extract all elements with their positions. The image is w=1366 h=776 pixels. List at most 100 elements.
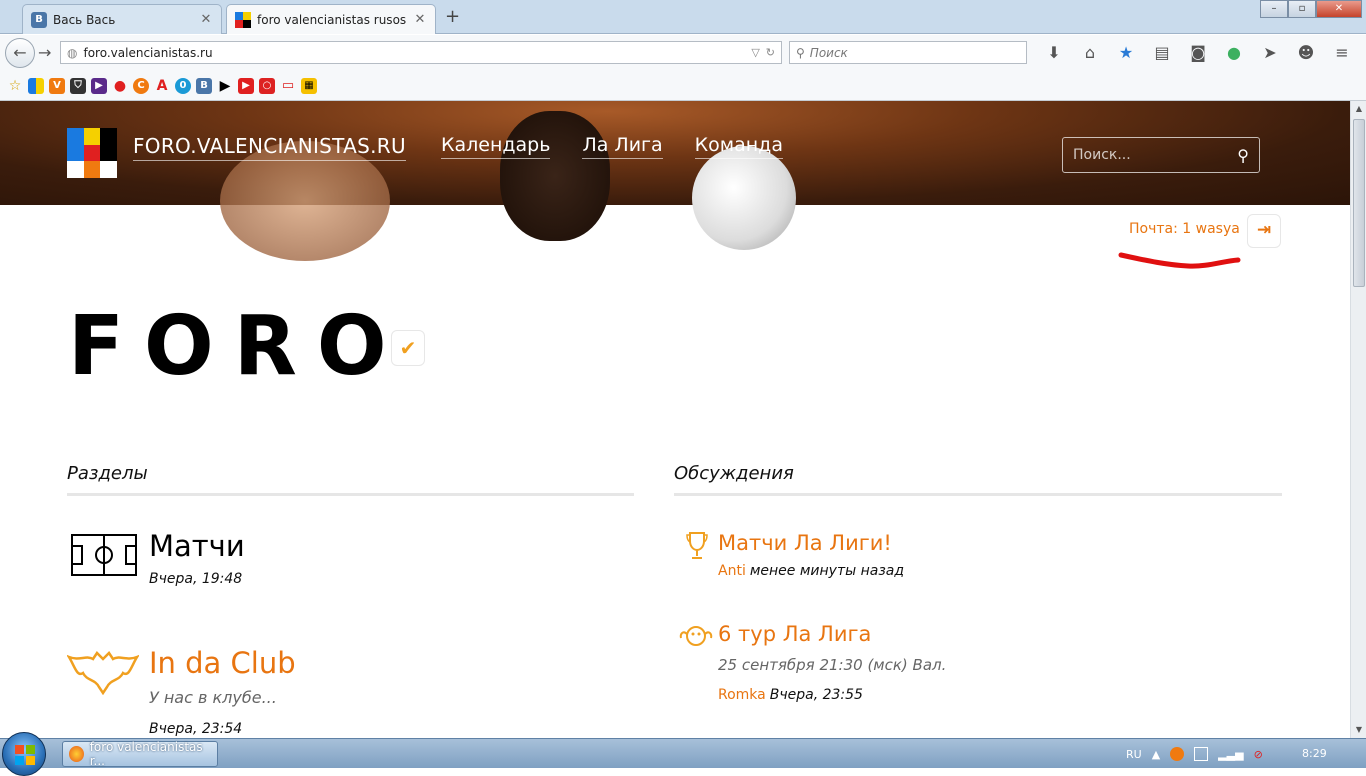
dropdown-arrow-icon[interactable]: ▽	[751, 46, 759, 59]
mascot-icon	[679, 626, 713, 646]
navigation-toolbar: ← → ◍ foro.valencianistas.ru ▽ ↻ ⚲ Поиск…	[0, 35, 1366, 71]
bookmark-media-icon[interactable]: ▶	[91, 77, 107, 94]
toolbar-icons: ⬇ ⌂ ★ ▤ ◙ ● ➤ ☻ ≡	[1036, 41, 1360, 65]
section-title[interactable]: In da Club	[149, 646, 296, 680]
main-nav: Календарь Ла Лига Команда	[441, 134, 783, 159]
header-photo-player-hair	[500, 111, 610, 241]
nav-la-liga[interactable]: Ла Лига	[582, 134, 663, 159]
bookmark-star-icon[interactable]: ☆	[7, 78, 23, 94]
discussion-time: Вчера, 23:55	[769, 687, 863, 703]
discussion-title[interactable]: 6 тур Ла Лига	[718, 622, 871, 646]
bookmark-maps-icon[interactable]: ●	[112, 78, 128, 94]
bookmark-vk-icon[interactable]: В	[196, 77, 212, 94]
section-time: Вчера, 19:48	[149, 571, 243, 587]
trophy-icon	[686, 532, 708, 559]
bookmark-tv-icon[interactable]: ▭	[280, 78, 296, 94]
close-window-button[interactable]: ✕	[1316, 0, 1362, 18]
pocket-icon[interactable]: ◙	[1180, 41, 1216, 65]
bookmark-valencia-icon[interactable]: V	[49, 77, 65, 94]
tab-label: Вась Вась	[53, 12, 116, 27]
site-logo[interactable]	[67, 128, 117, 178]
menu-icon[interactable]: ≡	[1324, 41, 1360, 65]
nav-team[interactable]: Команда	[694, 134, 783, 159]
discussion-author[interactable]: Anti	[718, 563, 746, 579]
download-icon[interactable]: ⬇	[1036, 41, 1072, 65]
discussion-time: менее минуты назад	[749, 563, 905, 579]
close-tab-icon[interactable]: ✕	[199, 12, 213, 27]
tray-expand-icon[interactable]: ▲	[1152, 748, 1160, 761]
scrollbar-thumb[interactable]	[1353, 119, 1365, 287]
discussion-title[interactable]: Матчи Ла Лиги!	[718, 531, 892, 555]
tab-label: foro valencianistas rusos	[257, 12, 407, 27]
page-scrollbar[interactable]: ▲ ▼	[1350, 101, 1366, 738]
logout-icon[interactable]: ⇥	[1247, 214, 1281, 248]
bookmark-star-icon[interactable]: ★	[1108, 41, 1144, 65]
page-viewport: FORO.VALENCIANISTAS.RU Календарь Ла Лига…	[0, 101, 1350, 738]
bookmark-circle-icon[interactable]: 0	[175, 77, 191, 94]
bookmark-a-icon[interactable]: A	[154, 78, 170, 94]
search-icon[interactable]: ⚲	[1237, 146, 1249, 165]
scroll-up-icon[interactable]: ▲	[1351, 101, 1366, 117]
sections-heading: Разделы	[67, 463, 148, 484]
url-text: foro.valencianistas.ru	[83, 45, 213, 60]
discussion-author[interactable]: Romka	[718, 687, 766, 703]
section-title[interactable]: Матчи	[149, 529, 245, 563]
site-header: FORO.VALENCIANISTAS.RU Календарь Ла Лига…	[0, 101, 1350, 261]
discussion-meta: Romka Вчера, 23:55	[718, 687, 863, 703]
bookmark-yellow-icon[interactable]: ▦	[301, 77, 317, 94]
send-icon[interactable]: ➤	[1252, 41, 1288, 65]
discussions-divider	[674, 493, 1282, 496]
nav-calendar[interactable]: Календарь	[441, 134, 551, 159]
sections-divider	[67, 493, 634, 496]
maximize-button[interactable]: ▫	[1288, 0, 1316, 18]
field-icon	[71, 534, 137, 576]
tray-app-icon[interactable]	[1170, 747, 1185, 761]
site-name-link[interactable]: FORO.VALENCIANISTAS.RU	[133, 134, 406, 161]
red-annotation-stroke	[1118, 252, 1241, 269]
firefox-icon	[69, 746, 84, 762]
taskbar-firefox-item[interactable]: foro valencianistas r...	[62, 740, 218, 768]
tab-vk[interactable]: В Вась Вась ✕	[22, 4, 222, 34]
address-bar[interactable]: ◍ foro.valencianistas.ru ▽ ↻	[60, 41, 782, 64]
windows-logo-icon	[15, 745, 35, 765]
bookmark-orange-icon[interactable]: C	[133, 77, 149, 94]
browser-search-input[interactable]: ⚲ Поиск	[789, 41, 1027, 64]
close-tab-icon[interactable]: ✕	[413, 12, 427, 27]
start-button[interactable]	[2, 732, 46, 776]
system-tray: RU ▲ ▂▃▅ ⊘	[1126, 739, 1263, 769]
bookmark-shield-icon[interactable]: ⛉	[70, 77, 86, 94]
globe-icon: ◍	[67, 45, 78, 60]
system-clock[interactable]: 8:29	[1302, 747, 1327, 760]
bookmark-youtube-icon[interactable]: ▶	[238, 77, 254, 94]
scroll-down-icon[interactable]: ▼	[1351, 722, 1366, 738]
tray-device-icon[interactable]	[1194, 747, 1209, 761]
language-indicator[interactable]: RU	[1126, 748, 1142, 761]
home-icon[interactable]: ⌂	[1072, 41, 1108, 65]
discussions-heading: Обсуждения	[674, 463, 794, 484]
check-icon[interactable]: ✔	[391, 330, 425, 366]
network-signal-icon[interactable]: ▂▃▅	[1218, 748, 1243, 761]
site-search-placeholder: Поиск...	[1073, 147, 1131, 163]
mail-link[interactable]: Почта: 1 wasya	[1129, 221, 1240, 237]
reload-icon[interactable]: ↻	[766, 46, 775, 59]
new-tab-button[interactable]: +	[445, 6, 460, 27]
tab-foro[interactable]: foro valencianistas rusos ✕	[226, 4, 436, 34]
extension-icon[interactable]: ●	[1216, 41, 1252, 65]
site-search-input[interactable]: Поиск... ⚲	[1062, 137, 1260, 173]
bookmark-play-icon[interactable]: ▶	[217, 78, 233, 94]
reading-list-icon[interactable]: ▤	[1144, 41, 1180, 65]
page-title: FORO	[68, 299, 407, 394]
vk-icon: В	[31, 11, 47, 28]
back-button[interactable]: ←	[5, 38, 35, 68]
bookmark-red-icon[interactable]: ○	[259, 77, 275, 94]
forward-button[interactable]: →	[38, 43, 51, 62]
windows-taskbar: foro valencianistas r... RU ▲ ▂▃▅ ⊘ 8:29	[0, 732, 1366, 776]
discussion-meta: Anti менее минуты назад	[718, 563, 904, 579]
section-subtitle: У нас в клубе...	[149, 688, 277, 707]
bookmark-foro-icon[interactable]	[28, 77, 44, 94]
volume-muted-icon[interactable]: ⊘	[1254, 748, 1263, 761]
minimize-button[interactable]: –	[1260, 0, 1288, 18]
search-icon: ⚲	[796, 45, 805, 60]
tab-strip: В Вась Вась ✕ foro valencianistas rusos …	[0, 0, 1366, 34]
emoji-icon[interactable]: ☻	[1288, 41, 1324, 65]
